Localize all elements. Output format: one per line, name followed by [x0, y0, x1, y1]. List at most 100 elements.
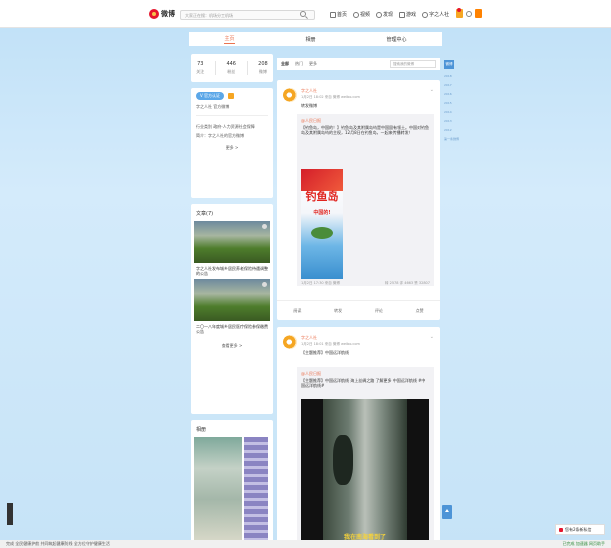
poster-subtitle: 中国的! [313, 210, 331, 216]
post-meta: 1月2日 18:01 来自 微博 weibo.com [301, 342, 360, 346]
articles-card: 文章(7) 字之人社发布城乡居民养老保险待遇调整的公告 二〇一八年度城乡居民医疗… [191, 204, 273, 414]
notification-popup[interactable]: 您有2条新私信 [555, 524, 605, 535]
feed-tab-hot[interactable]: 热门 [295, 61, 303, 67]
stat-following[interactable]: 73 关注 [196, 61, 204, 75]
read-count: 阅读 [293, 307, 302, 313]
top-right-actions [456, 8, 482, 18]
articles-title: 文章(7) [196, 211, 214, 217]
search-icon[interactable] [300, 11, 306, 17]
avatar[interactable] [283, 88, 297, 102]
photos-card: 相册 [191, 420, 273, 548]
tab-home[interactable]: 主页 [224, 35, 235, 44]
timeline-year[interactable]: 2015 [444, 101, 458, 105]
profile-industry: 行业类别 政府-人力资源社会保障 [196, 124, 255, 129]
status-right: 已完成 加速器 网页助手 [562, 541, 605, 546]
nav-profile[interactable]: 字之人社 [422, 11, 449, 18]
post-actions: 阅读 转发 评论 点赞 [277, 300, 440, 320]
message-icon [559, 528, 563, 532]
timeline-first-post[interactable]: 第一条微博 [444, 137, 459, 141]
chevron-down-icon[interactable]: ⌄ [430, 87, 434, 93]
left-column: 73 关注 446 粉丝 208 微博 V 官方认证 字之人社 官方微博 行业类… [191, 54, 273, 548]
post-author[interactable]: 字之人社 [301, 88, 317, 94]
compose-icon[interactable] [456, 8, 463, 18]
post-meta: 1月2日 18:02 来自 微博 weibo.com [301, 95, 360, 99]
stat-followers[interactable]: 446 粉丝 [226, 61, 236, 75]
divider [246, 61, 248, 75]
comment-button[interactable]: 评论 [375, 308, 383, 314]
repost-text: 【钓鱼岛，中国的！】钓鱼岛及其附属岛屿是中国固有领土。中国对钓鱼岛及其附属岛屿的… [301, 125, 429, 135]
article-title[interactable]: 字之人社发布城乡居民养老保险待遇调整的公告 [194, 263, 270, 279]
profile-tab-bar: 主页 相册 管理中心 [189, 32, 442, 46]
article-title[interactable]: 二〇一八年度城乡居民医疗保险参保缴费公告 [194, 321, 270, 337]
logo-text: 微博 [161, 10, 175, 18]
feed-tab-more[interactable]: 更多 [309, 61, 317, 67]
feed-post: 字之人社 1月2日 18:01 来自 微博 weibo.com ⌄ 【主题推荐】… [277, 327, 440, 548]
article-thumbnail[interactable] [194, 221, 270, 263]
notification-icon[interactable] [475, 9, 482, 18]
feed-search-input[interactable]: 搜索我的微博 [390, 60, 436, 68]
photo-thumbnail[interactable] [244, 437, 268, 541]
feed-filter-bar: 全部 热门 更多 搜索我的微博 [277, 58, 440, 70]
repost-meta: 1月2日 17:30 来自 微博 [301, 281, 340, 285]
timeline-year[interactable]: 2013 [444, 119, 458, 123]
verified-badge[interactable]: V 官方认证 [196, 92, 225, 100]
feed-tab-all[interactable]: 全部 [281, 61, 289, 67]
timeline-year[interactable]: 2014 [444, 110, 458, 114]
tab-manage[interactable]: 管理中心 [386, 36, 406, 43]
timeline-year[interactable]: 2016 [444, 92, 458, 96]
article-thumbnail[interactable] [194, 279, 270, 321]
weibo-logo[interactable]: 微博 [149, 9, 175, 19]
island-graphic [311, 227, 333, 239]
nav-video[interactable]: 视频 [353, 11, 370, 18]
stat-posts[interactable]: 208 微博 [258, 61, 268, 75]
repost-block: @人民日报 【钓鱼岛，中国的！】钓鱼岛及其附属岛屿是中国固有领土。中国对钓鱼岛及… [297, 114, 434, 286]
feed-post: 字之人社 1月2日 18:02 来自 微博 weibo.com ⌄ 转发微博 @… [277, 80, 440, 320]
back-to-top-button[interactable] [442, 505, 452, 519]
profile-intro: 简介：字之人社的官方微博 [196, 133, 244, 138]
video-subject [333, 435, 353, 485]
post-image[interactable]: 钓鱼岛 中国的! [301, 169, 343, 279]
repost-author[interactable]: @人民日报 [301, 371, 321, 377]
see-more-articles-button[interactable]: 查看更多 > [194, 343, 270, 349]
divider [214, 61, 216, 75]
status-text: 完成 全民健康护航 共同筑起健康防线 全方位守护健康生活 [6, 541, 110, 546]
profile-info-card: V 官方认证 字之人社 官方微博 行业类别 政府-人力资源社会保障 简介：字之人… [191, 88, 273, 198]
gear-icon[interactable] [466, 10, 472, 17]
timeline-tab[interactable]: 微博 [444, 60, 454, 69]
user-icon [422, 11, 429, 18]
status-bar: 完成 全民健康护航 共同筑起健康防线 全方位守护健康生活 已完成 加速器 网页助… [0, 540, 611, 548]
nav-home[interactable]: 首页 [330, 11, 347, 18]
timeline-year[interactable]: 2018 [444, 74, 458, 78]
more-info-button[interactable]: 更多 > [196, 145, 268, 151]
post-text: 【主题推荐】中国远洋航线 [301, 350, 349, 355]
timeline-nav: 微博 2018 2017 2016 2015 2014 2013 2012 第一… [444, 60, 459, 141]
nav-links: 首页 视频 发现 游戏 字之人社 [330, 11, 449, 18]
timeline-year[interactable]: 2017 [444, 83, 458, 87]
repost-block: @人民日报 【主题推荐】中国远洋航线 海上丝绸之路 了解更多 中国远洋航线 #中… [297, 367, 434, 548]
photos-title: 相册 [196, 427, 207, 433]
flag-graphic [301, 169, 343, 191]
nav-discover[interactable]: 发现 [376, 11, 393, 18]
like-button[interactable]: 点赞 [416, 308, 424, 314]
poster-title: 钓鱼岛 [305, 190, 339, 203]
repost-button[interactable]: 转发 [334, 308, 342, 314]
tab-album[interactable]: 相册 [305, 36, 315, 43]
game-icon [399, 11, 406, 18]
timeline-year[interactable]: 2012 [444, 128, 458, 132]
chevron-down-icon[interactable]: ⌄ [430, 334, 434, 340]
photo-thumbnail[interactable] [194, 437, 242, 541]
video-player[interactable]: 我在南海看到了 [301, 399, 429, 547]
side-handle[interactable] [7, 503, 13, 525]
post-text: 转发微博 [301, 103, 317, 108]
level-icon [228, 93, 235, 99]
home-icon [330, 11, 336, 18]
video-icon [353, 11, 360, 18]
top-nav-bar: 微博 大家正在搜：机场分工机场 首页 视频 发现 游戏 字之人社 [0, 0, 611, 28]
nav-games[interactable]: 游戏 [399, 11, 416, 18]
repost-author[interactable]: @人民日报 [301, 118, 321, 124]
photo-grid [194, 437, 270, 541]
post-author[interactable]: 字之人社 [301, 335, 317, 341]
search-input[interactable]: 大家正在搜：机场分工机场 [180, 10, 315, 20]
profile-description: 字之人社 官方微博 [196, 104, 230, 109]
avatar[interactable] [283, 335, 297, 349]
